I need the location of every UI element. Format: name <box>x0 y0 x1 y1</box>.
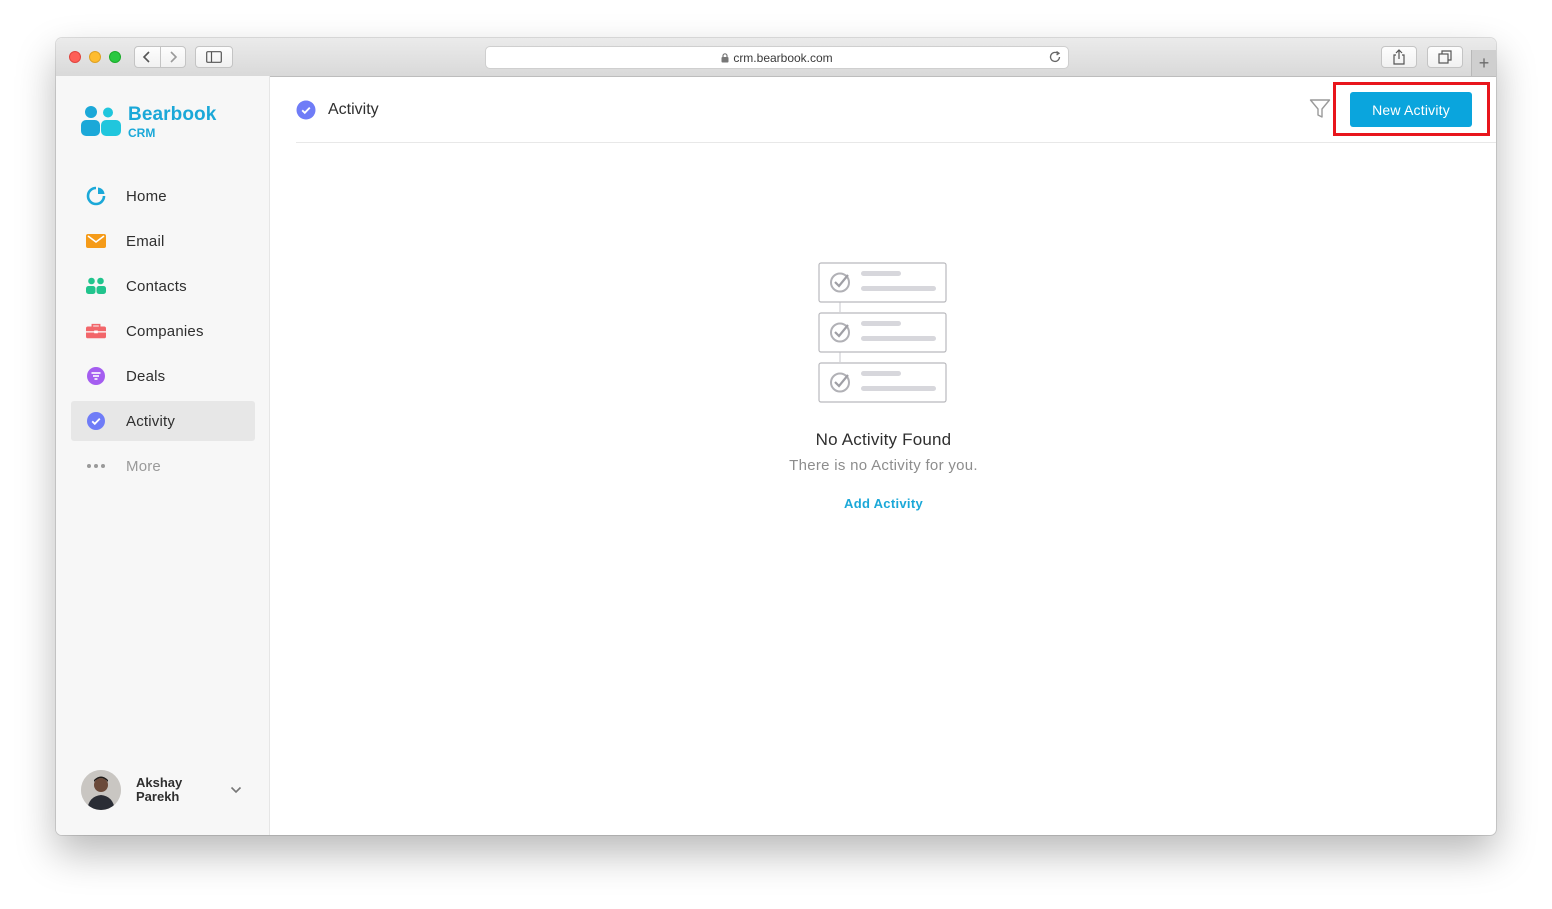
empty-state-title: No Activity Found <box>815 430 952 449</box>
add-activity-link[interactable]: Add Activity <box>271 496 1496 511</box>
sidebar-item-label: Email <box>126 232 165 250</box>
sidebar-item-companies[interactable]: Companies <box>71 311 255 351</box>
sidebar-item-label: More <box>126 457 161 475</box>
avatar <box>81 770 121 810</box>
forward-button[interactable] <box>159 47 186 67</box>
sidebar-nav: Home Email Contacts Companies Deals Acti… <box>71 176 255 491</box>
user-name: Akshay Parekh <box>136 775 183 804</box>
chevron-left-icon <box>143 51 150 63</box>
new-tab-button[interactable]: + <box>1471 50 1496 76</box>
brand-sub: CRM <box>128 126 156 140</box>
sidebar-item-deals[interactable]: Deals <box>71 356 255 396</box>
filter-circle-icon <box>86 366 106 386</box>
new-activity-button[interactable]: New Activity <box>1350 92 1472 127</box>
ellipsis-icon <box>86 456 106 476</box>
tab-overview-button[interactable] <box>1427 46 1463 68</box>
sidebar-item-label: Contacts <box>126 277 187 295</box>
sidebar-item-label: Companies <box>126 322 204 340</box>
sidebar: Bearbook CRM Home Email Contacts Compani… <box>56 76 270 835</box>
activity-list-illustration <box>818 262 947 403</box>
check-circle-icon <box>296 100 316 125</box>
brand-name: Bearbook <box>128 104 217 125</box>
bearbook-logo-icon <box>81 106 121 136</box>
share-icon <box>1393 49 1405 65</box>
browser-toolbar: crm.bearbook.com + <box>56 38 1496 77</box>
sidebar-toggle-button[interactable] <box>195 46 233 68</box>
reload-icon[interactable] <box>1048 50 1062 64</box>
crm-app: Bearbook CRM Home Email Contacts Compani… <box>56 76 1496 835</box>
sidebar-item-email[interactable]: Email <box>71 221 255 261</box>
back-button[interactable] <box>135 47 160 67</box>
envelope-icon <box>86 231 106 251</box>
brand-logo[interactable]: Bearbook CRM <box>81 105 216 139</box>
chevron-right-icon <box>170 51 177 63</box>
briefcase-icon <box>86 321 106 341</box>
sidebar-item-label: Deals <box>126 367 166 385</box>
maximize-window-button[interactable] <box>109 51 121 63</box>
sidebar-item-contacts[interactable]: Contacts <box>71 266 255 306</box>
sidebar-item-more[interactable]: More <box>71 446 255 486</box>
sidebar-icon <box>206 51 222 63</box>
minimize-window-button[interactable] <box>89 51 101 63</box>
url-text: crm.bearbook.com <box>733 50 833 65</box>
check-circle-icon <box>86 411 106 431</box>
people-icon <box>86 276 106 296</box>
share-button[interactable] <box>1381 46 1417 68</box>
page-title: Activity <box>328 101 379 118</box>
sidebar-item-label: Activity <box>126 412 176 430</box>
sidebar-item-home[interactable]: Home <box>71 176 255 216</box>
user-menu[interactable]: Akshay Parekh <box>81 770 251 810</box>
history-nav <box>134 46 186 68</box>
close-window-button[interactable] <box>69 51 81 63</box>
main-content: Activity New Activity No Activity Found … <box>271 76 1496 835</box>
page-header: Activity New Activity <box>296 76 1496 143</box>
browser-window: crm.bearbook.com + Bearbook CRM Home Ema… <box>56 38 1496 835</box>
sidebar-item-label: Home <box>126 187 167 205</box>
tabs-icon <box>1438 50 1452 64</box>
lock-icon <box>721 52 729 63</box>
filter-icon <box>1309 99 1331 118</box>
plus-icon: + <box>1478 52 1490 73</box>
chevron-down-icon[interactable] <box>230 786 242 794</box>
address-bar[interactable]: crm.bearbook.com <box>485 46 1069 69</box>
empty-state-subtitle: There is no Activity for you. <box>789 457 978 474</box>
pie-chart-icon <box>86 186 106 206</box>
filter-button[interactable] <box>1308 97 1332 121</box>
sidebar-item-activity[interactable]: Activity <box>71 401 255 441</box>
